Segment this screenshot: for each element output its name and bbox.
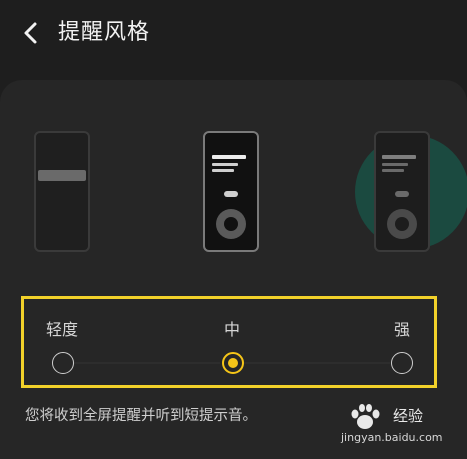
style-description: 您将收到全屏提醒并听到短提示音。 xyxy=(25,408,257,424)
preview-medium[interactable] xyxy=(203,131,259,252)
style-selector-highlight xyxy=(21,296,437,388)
page-title: 提醒风格 xyxy=(58,20,151,45)
slider-track xyxy=(244,362,390,364)
radio-medium[interactable] xyxy=(222,352,244,374)
preview-strong[interactable] xyxy=(352,131,467,252)
phone-light-icon xyxy=(34,131,90,252)
app-header: 提醒风格 xyxy=(0,0,467,68)
phone-medium-icon xyxy=(203,131,259,252)
baidu-watermark: 经验 jingyan.baidu.com xyxy=(341,401,459,453)
back-button[interactable] xyxy=(16,18,46,48)
chevron-left-icon xyxy=(24,22,37,44)
slider-track xyxy=(74,362,220,364)
watermark-url: jingyan.baidu.com xyxy=(341,431,443,444)
option-label-strong: 强 xyxy=(394,320,411,339)
baidu-paw-logo-icon xyxy=(351,404,380,429)
option-label-medium: 中 xyxy=(224,320,241,339)
phone-strong-icon xyxy=(355,131,467,252)
radio-strong[interactable] xyxy=(391,352,413,374)
watermark-text: 经验 xyxy=(393,407,424,425)
preview-light[interactable] xyxy=(34,131,90,252)
option-label-light: 轻度 xyxy=(46,320,79,339)
radio-light[interactable] xyxy=(52,352,74,374)
